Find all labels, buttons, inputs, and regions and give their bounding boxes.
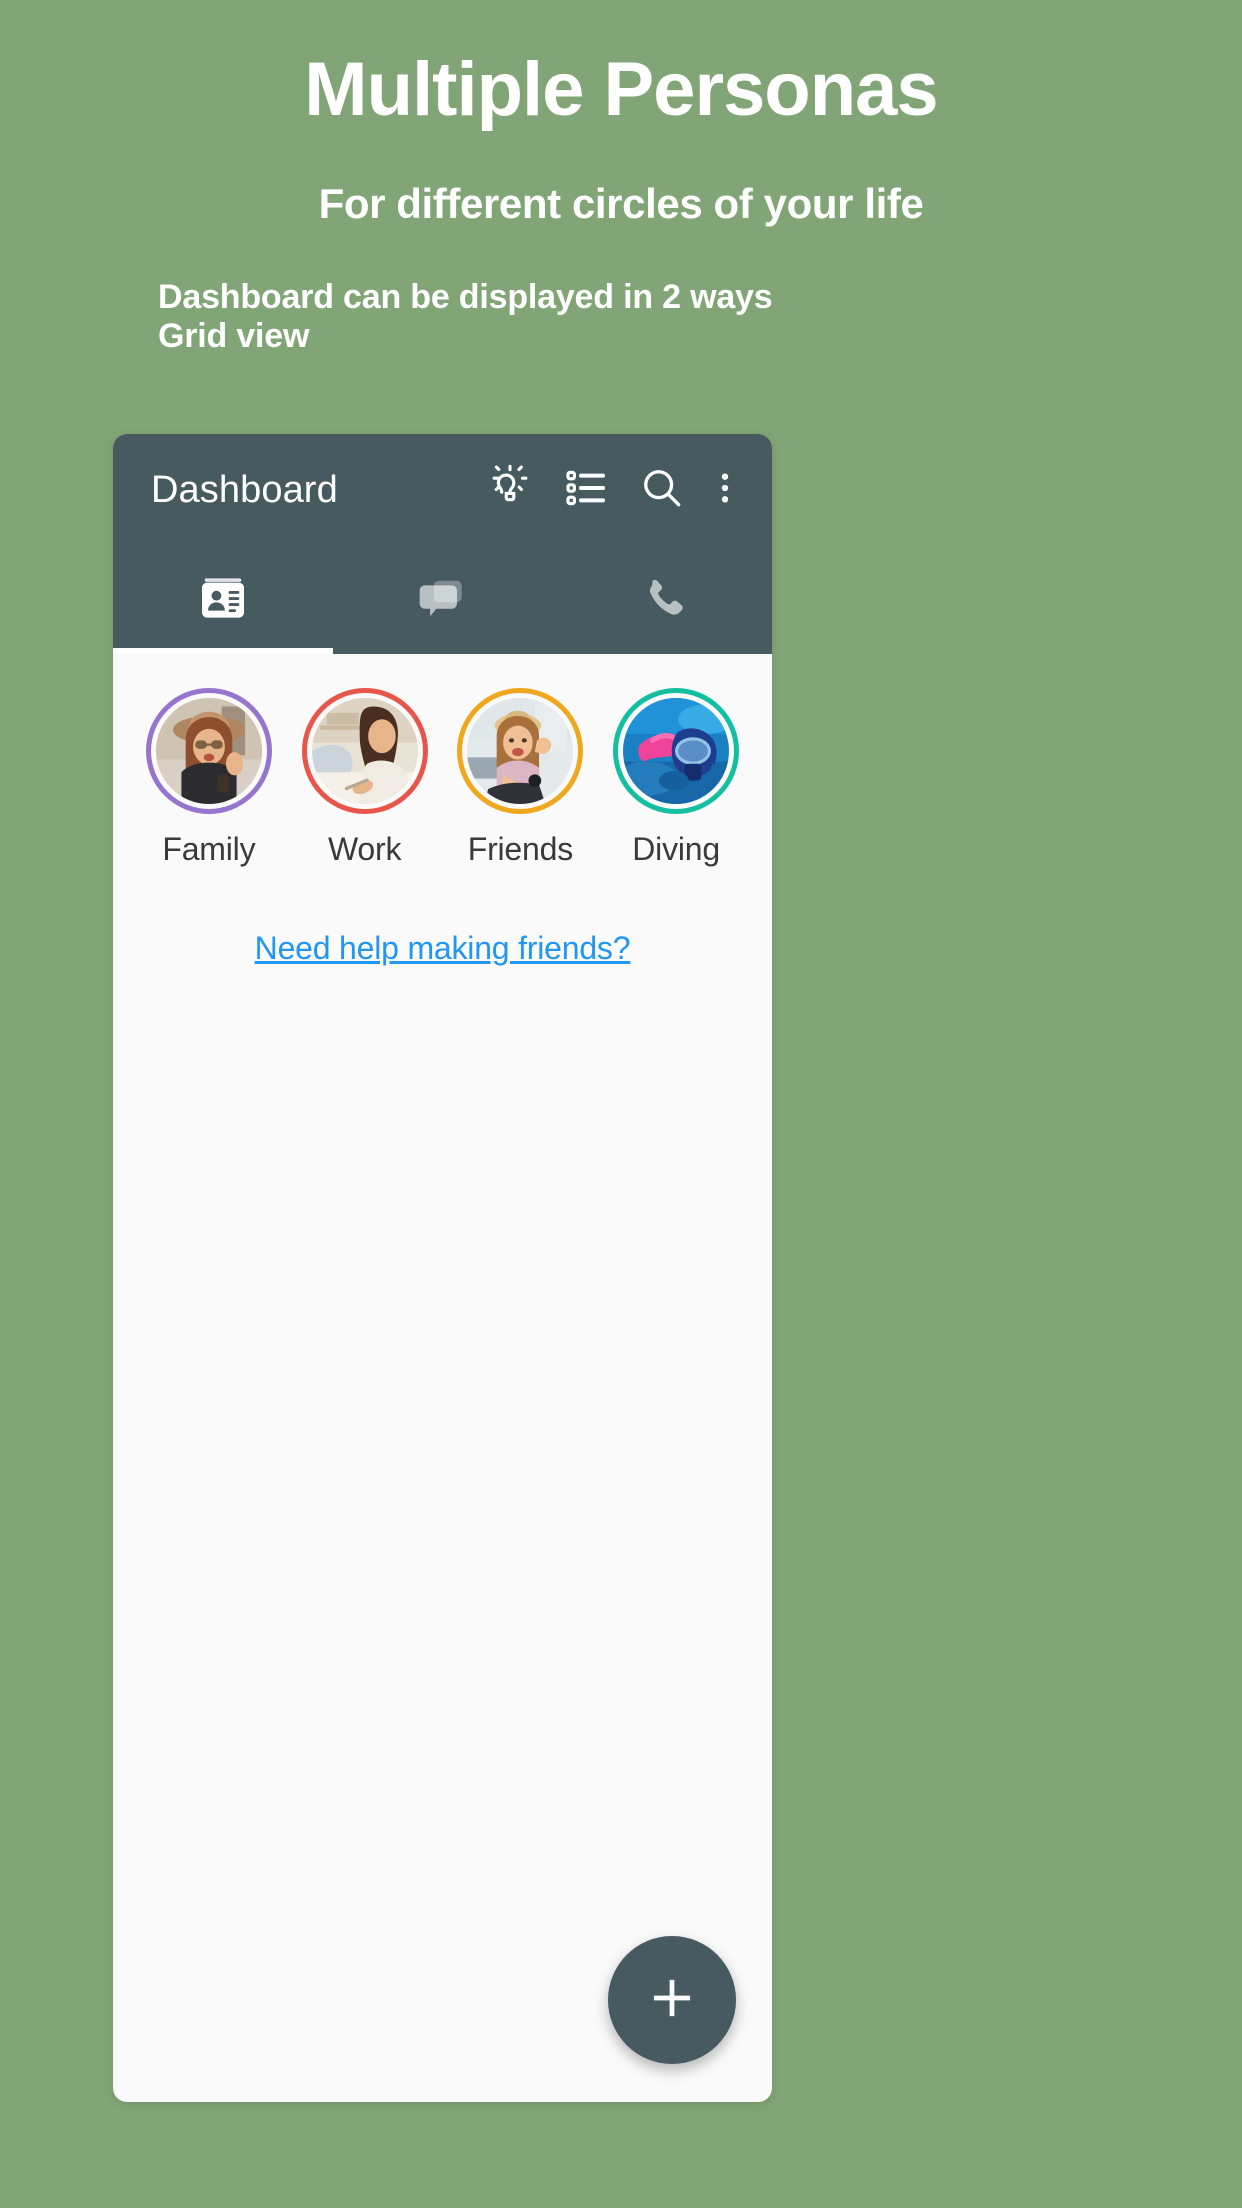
avatar: [467, 698, 574, 804]
plus-icon: [645, 1971, 699, 2030]
tab-active-indicator: [113, 648, 333, 654]
add-persona-fab[interactable]: [608, 1936, 736, 2064]
chat-bubbles-icon: [415, 570, 471, 631]
promo-header: Multiple Personas For different circles …: [0, 0, 1242, 356]
app-screenshot-card: Dashboard Family Work Friends Diving Nee…: [113, 434, 772, 2102]
app-bar: Dashboard: [113, 434, 772, 546]
avatar: [311, 698, 418, 804]
persona-item[interactable]: Friends: [443, 688, 599, 868]
promo-caption: Dashboard can be displayed in 2 ways Gri…: [158, 278, 1242, 356]
help-link-container: Need help making friends?: [113, 930, 772, 967]
persona-avatar-ring: [301, 688, 428, 814]
persona-label: Family: [162, 831, 256, 867]
tips-button[interactable]: [472, 452, 548, 528]
search-icon: [637, 463, 687, 518]
persona-avatar-ring: [457, 688, 584, 814]
tab-calls[interactable]: [552, 546, 772, 654]
app-bar-actions: [472, 452, 750, 528]
need-help-making-friends-link[interactable]: Need help making friends?: [255, 930, 631, 966]
phone-icon: [636, 572, 688, 629]
page-subtitle: For different circles of your life: [318, 180, 924, 227]
persona-label: Friends: [467, 831, 574, 867]
persona-item[interactable]: Family: [131, 688, 287, 868]
persona-label: Work: [327, 831, 402, 867]
tab-contacts[interactable]: [113, 546, 333, 654]
personas-grid: Family Work Friends Diving: [113, 654, 772, 868]
promo-caption-line-1: Dashboard can be displayed in 2 ways: [158, 278, 773, 316]
persona-label: Diving: [632, 831, 720, 867]
overflow-menu-button[interactable]: [700, 452, 750, 528]
tab-bar: [113, 546, 772, 654]
persona-avatar-ring: [613, 688, 740, 814]
contact-card-icon: [195, 570, 251, 631]
list-view-icon: [562, 464, 610, 517]
persona-item[interactable]: Diving: [598, 688, 754, 868]
tab-messages[interactable]: [333, 546, 553, 654]
persona-avatar-ring: [145, 688, 272, 814]
promo-caption-line-2: Grid view: [158, 317, 310, 356]
avatar: [155, 698, 262, 804]
persona-item[interactable]: Work: [287, 688, 443, 868]
overflow-menu-icon: [705, 468, 745, 513]
lightbulb-icon: [485, 463, 535, 518]
search-button[interactable]: [624, 452, 700, 528]
avatar: [623, 698, 730, 804]
app-bar-title: Dashboard: [151, 468, 338, 511]
page-title: Multiple Personas: [304, 47, 938, 132]
list-view-button[interactable]: [548, 452, 624, 528]
